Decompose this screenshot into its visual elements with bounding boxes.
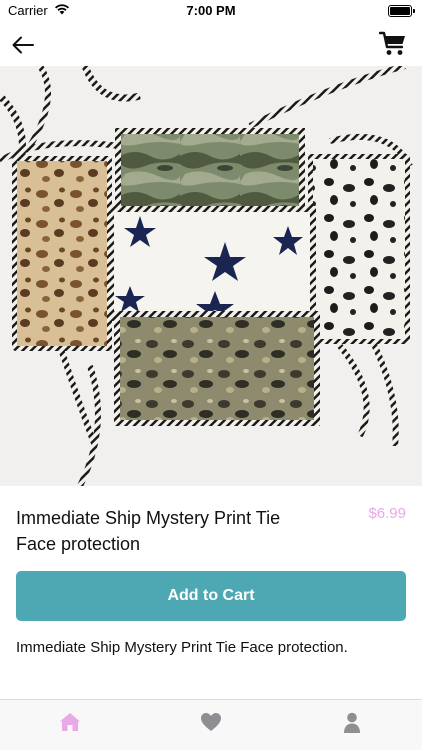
shopping-cart-icon: [379, 31, 405, 55]
tab-favorites[interactable]: [141, 700, 282, 750]
product-description: Immediate Ship Mystery Print Tie Face pr…: [16, 639, 348, 656]
heart-icon: [201, 713, 221, 731]
status-time: 7:00 PM: [186, 3, 236, 18]
battery-icon: [388, 5, 415, 17]
status-bar: Carrier 7:00 PM: [0, 0, 422, 24]
home-icon: [60, 713, 81, 731]
product-price: $6.99: [368, 505, 406, 522]
tab-profile[interactable]: [281, 700, 422, 750]
back-button[interactable]: [10, 32, 36, 58]
product-title: Immediate Ship Mystery Print Tie Face pr…: [16, 508, 281, 554]
nav-bar: [0, 24, 422, 66]
add-to-cart-button[interactable]: Add to Cart: [16, 571, 406, 621]
tab-bar: [0, 699, 422, 750]
product-image: [0, 66, 422, 486]
person-icon: [343, 712, 360, 733]
arrow-left-icon: [12, 36, 34, 54]
tab-home[interactable]: [0, 700, 141, 750]
cart-button[interactable]: [378, 29, 408, 59]
product-header: Immediate Ship Mystery Print Tie Face pr…: [16, 505, 408, 557]
